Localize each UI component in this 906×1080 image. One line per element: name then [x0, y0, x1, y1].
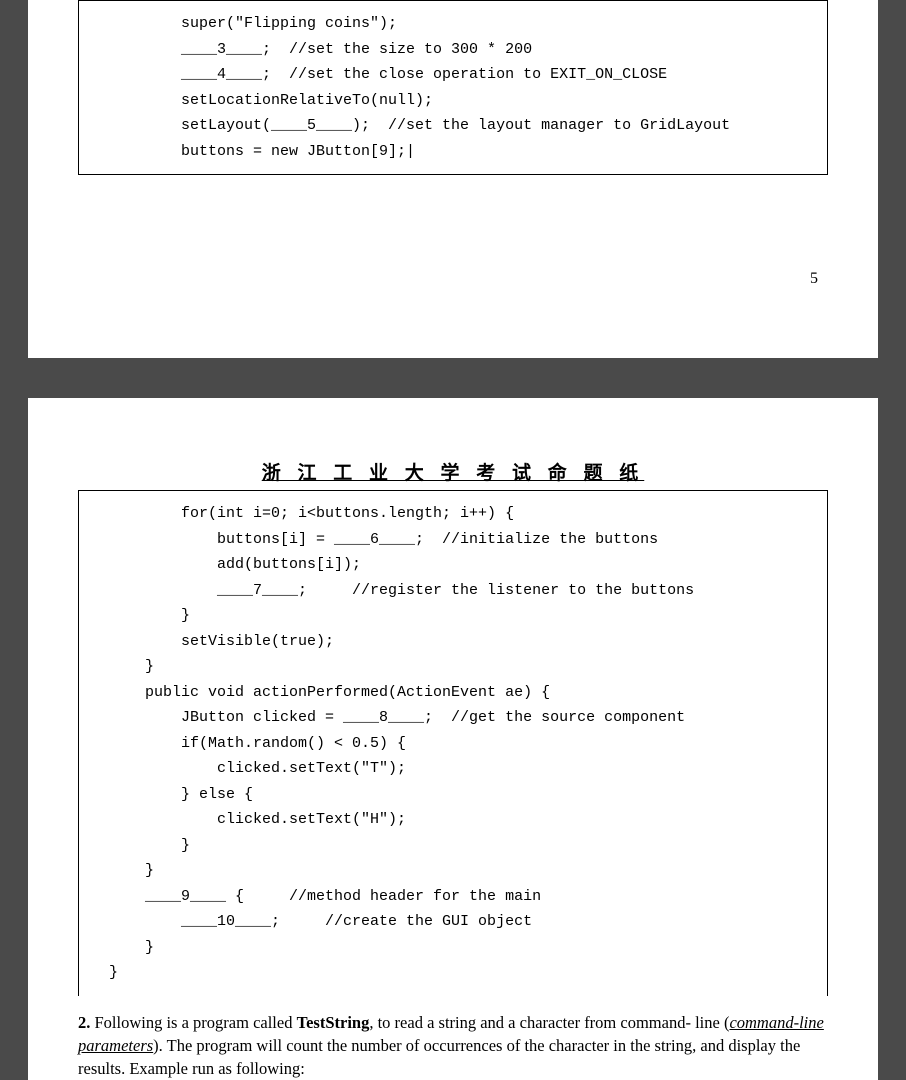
code-line: buttons = new JButton[9];|	[79, 139, 827, 165]
question-number: 2.	[78, 1013, 90, 1032]
code-line: super("Flipping coins");	[79, 11, 827, 37]
code-line: ____4____; //set the close operation to …	[79, 62, 827, 88]
code-line: setLayout(____5____); //set the layout m…	[79, 113, 827, 139]
code-line: }	[79, 858, 827, 884]
code-line: } else {	[79, 782, 827, 808]
code-line: }	[79, 960, 827, 986]
program-name: TestString	[297, 1013, 370, 1032]
code-box-1: super("Flipping coins"); ____3____; //se…	[78, 0, 828, 175]
page-1: super("Flipping coins"); ____3____; //se…	[28, 0, 878, 358]
code-line: clicked.setText("H");	[79, 807, 827, 833]
question-cont2: ). The program will count the number of …	[78, 1036, 800, 1078]
code-box-2: for(int i=0; i<buttons.length; i++) { bu…	[78, 490, 828, 996]
code-line: JButton clicked = ____8____; //get the s…	[79, 705, 827, 731]
code-line: }	[79, 654, 827, 680]
code-line: clicked.setText("T");	[79, 756, 827, 782]
code-line: ____3____; //set the size to 300 * 200	[79, 37, 827, 63]
code-line: }	[79, 833, 827, 859]
page-number: 5	[810, 270, 818, 288]
code-line: setLocationRelativeTo(null);	[79, 88, 827, 114]
code-line: add(buttons[i]);	[79, 552, 827, 578]
code-line: setVisible(true);	[79, 629, 827, 655]
code-line: public void actionPerformed(ActionEvent …	[79, 680, 827, 706]
code-line: buttons[i] = ____6____; //initialize the…	[79, 527, 827, 553]
code-line: }	[79, 935, 827, 961]
question-2-text: 2. Following is a program called TestStr…	[78, 1011, 828, 1080]
code-line: }	[79, 603, 827, 629]
question-intro: Following is a program called	[90, 1013, 296, 1032]
code-line: ____10____; //create the GUI object	[79, 909, 827, 935]
code-line: for(int i=0; i<buttons.length; i++) {	[79, 501, 827, 527]
question-cont1: , to read a string and a character from …	[369, 1013, 729, 1032]
exam-header: 浙 江 工 业 大 学 考 试 命 题 纸	[28, 458, 878, 485]
code-line: ____9____ { //method header for the main	[79, 884, 827, 910]
page-2: 浙 江 工 业 大 学 考 试 命 题 纸 for(int i=0; i<but…	[28, 398, 878, 1080]
code-line: ____7____; //register the listener to th…	[79, 578, 827, 604]
code-line: if(Math.random() < 0.5) {	[79, 731, 827, 757]
